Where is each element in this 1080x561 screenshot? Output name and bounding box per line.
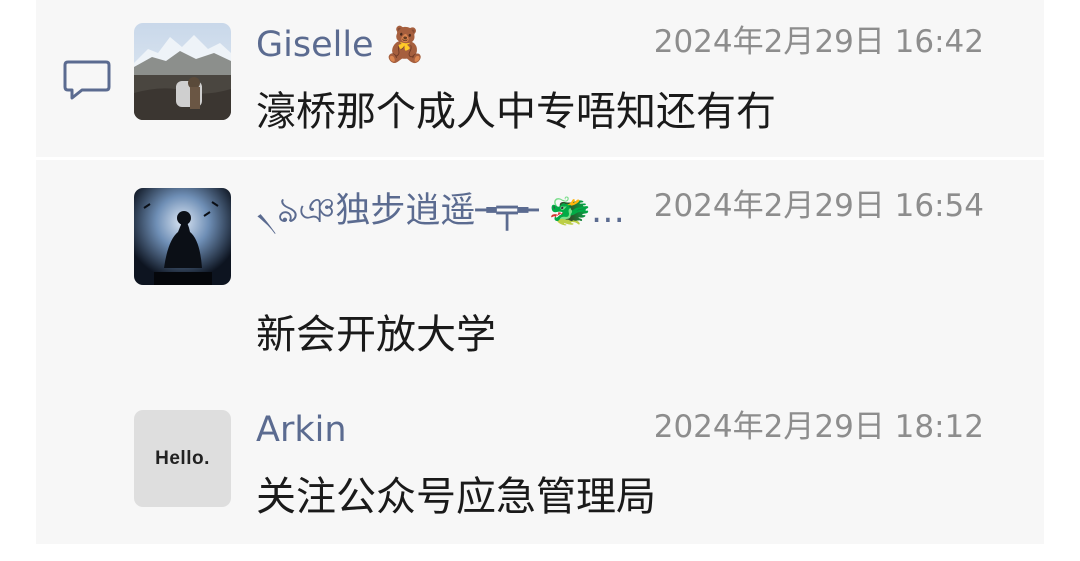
section-divider <box>36 157 1044 160</box>
comment-time: 2024年2月29日 18:12 <box>653 409 984 445</box>
commenter-name[interactable]: Giselle 🧸 <box>256 28 426 63</box>
avatar[interactable] <box>134 188 231 285</box>
avatar-text: Hello. <box>155 447 210 469</box>
name-emoji: 🐲… <box>548 191 625 231</box>
comment-time: 2024年2月29日 16:54 <box>653 188 984 224</box>
commenter-name-text[interactable]: ৲ঌঞ独步逍遥╼╤╾ <box>256 191 539 231</box>
commenter-name[interactable]: ৲ঌঞ独步逍遥╼╤╾ 🐲… <box>256 194 625 229</box>
avatar[interactable] <box>134 23 231 120</box>
commenter-name[interactable]: Arkin <box>256 413 347 448</box>
comment-text: 关注公众号应急管理局 <box>256 474 656 520</box>
commenter-name-text[interactable]: Arkin <box>256 410 347 450</box>
name-emoji: 🧸 <box>383 25 426 65</box>
comment-time: 2024年2月29日 16:42 <box>653 24 984 60</box>
comment-text: 新会开放大学 <box>256 312 496 358</box>
comment-icon[interactable] <box>62 58 112 102</box>
comment-text: 濠桥那个成人中专唔知还有冇 <box>256 89 776 135</box>
commenter-name-text[interactable]: Giselle <box>256 25 374 65</box>
avatar[interactable]: Hello. <box>134 410 231 507</box>
